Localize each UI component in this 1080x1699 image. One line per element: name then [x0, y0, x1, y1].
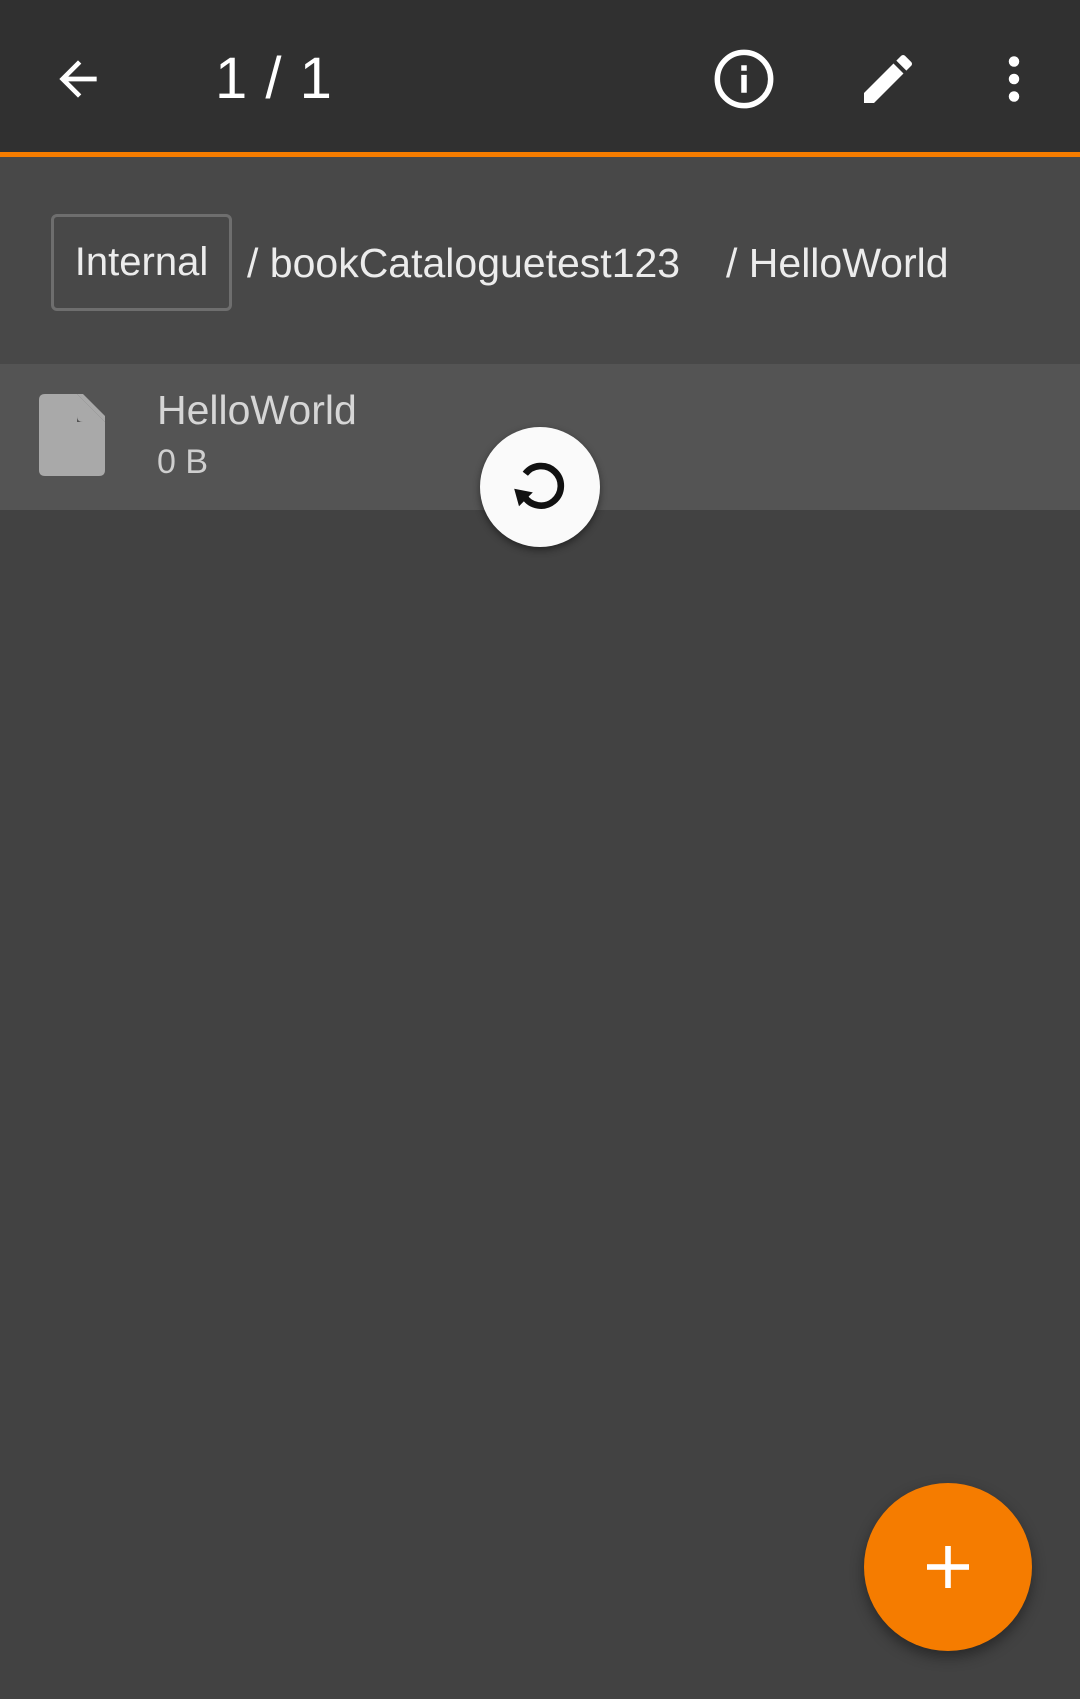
arrow-back-icon	[59, 60, 97, 98]
pencil-icon	[864, 54, 913, 103]
page-title: 1 / 1	[215, 46, 333, 111]
add-button[interactable]	[864, 1483, 1032, 1651]
breadcrumb-segment-bookcataloguetest123[interactable]: / bookCataloguetest123	[247, 237, 680, 289]
file-name: HelloWorld	[157, 387, 357, 433]
more-vert-icon	[1008, 56, 1020, 102]
breadcrumb-segment-helloworld[interactable]: / HelloWorld	[726, 237, 949, 289]
back-button[interactable]	[30, 31, 126, 127]
info-icon	[714, 49, 774, 109]
plus-icon	[927, 1546, 969, 1588]
breadcrumb-root-internal[interactable]: Internal	[51, 214, 232, 311]
breadcrumb: Internal / bookCataloguetest123 / HelloW…	[0, 157, 1080, 364]
more-options-button[interactable]	[966, 31, 1062, 127]
file-size: 0 B	[157, 443, 209, 481]
edit-button[interactable]	[840, 31, 936, 127]
refresh-indicator	[480, 427, 600, 547]
info-button[interactable]	[696, 31, 792, 127]
app-bar: 1 / 1	[0, 0, 1080, 157]
file-icon	[39, 394, 105, 476]
refresh-icon	[514, 462, 565, 509]
